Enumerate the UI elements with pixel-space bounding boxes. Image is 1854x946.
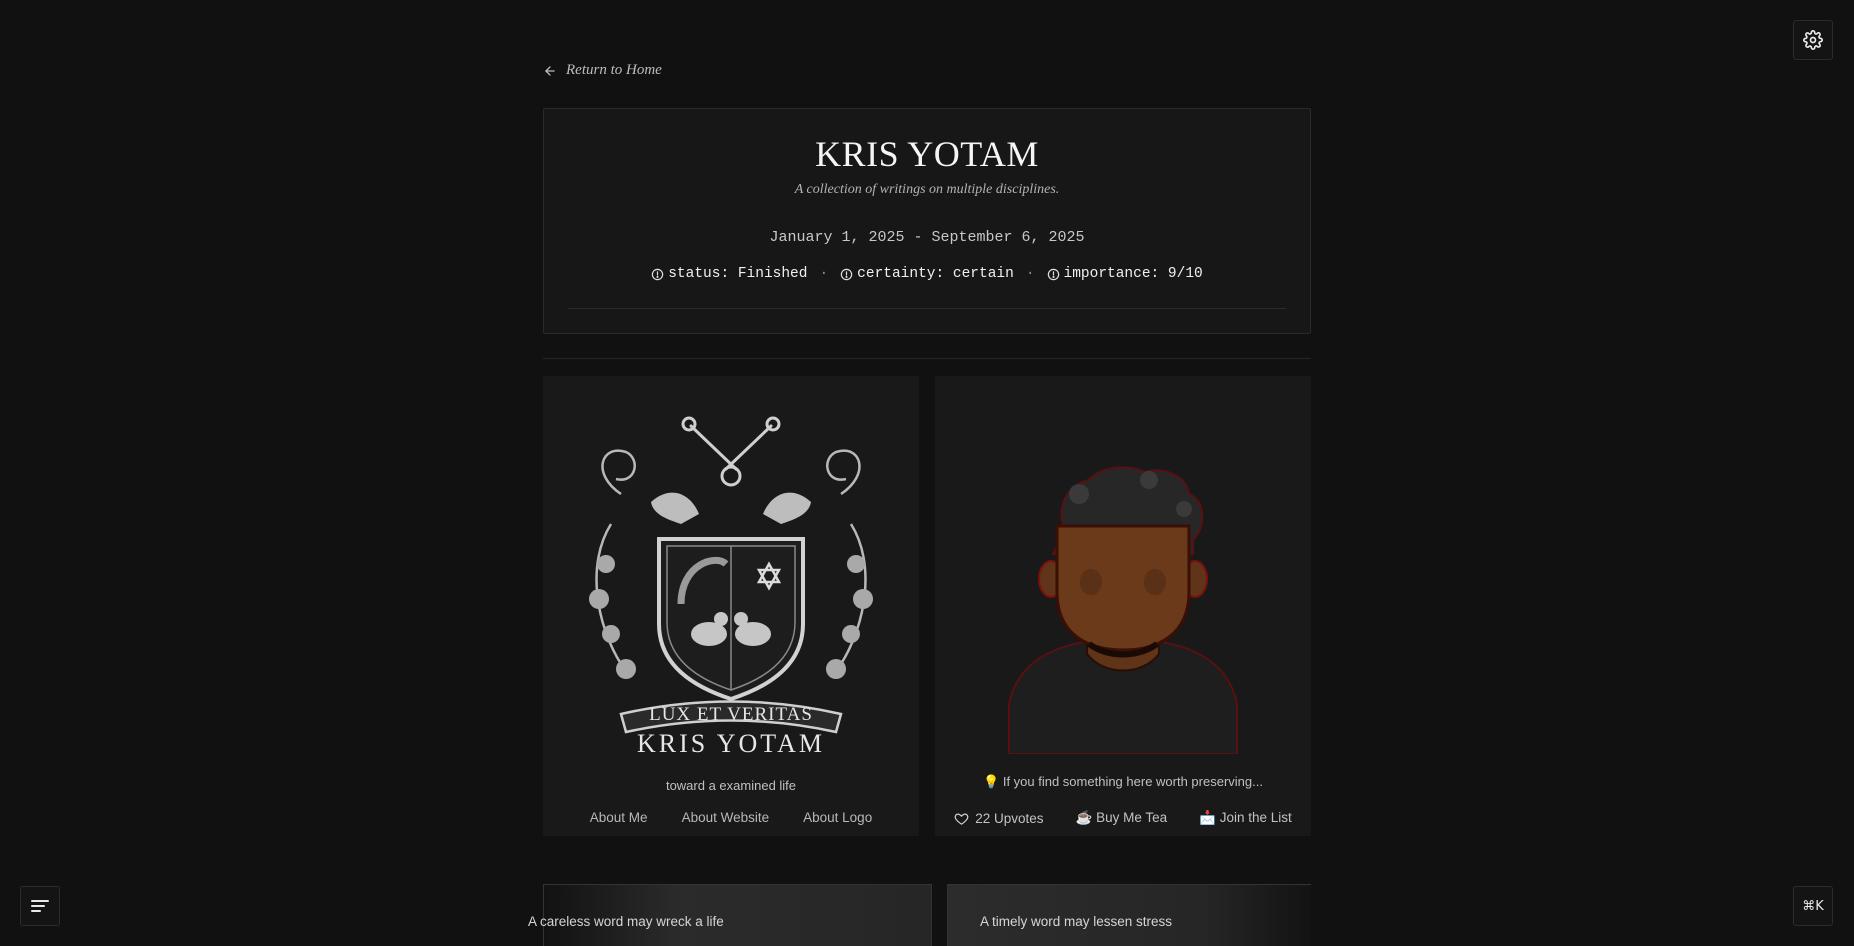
join-list-link[interactable]: 📩 Join the List bbox=[1199, 810, 1292, 826]
upvote-button[interactable]: 22 Upvotes bbox=[954, 810, 1044, 826]
support-actions: 22 Upvotes ☕ Buy Me Tea 📩 Join the List bbox=[935, 810, 1311, 826]
importance-label: importance: 9/10 bbox=[1063, 266, 1203, 282]
author-avatar bbox=[1008, 466, 1238, 754]
support-prompt: 💡 If you find something here worth prese… bbox=[983, 774, 1263, 789]
meta-separator: · bbox=[1025, 266, 1035, 282]
crest-name: KRIS YOTAM bbox=[637, 729, 825, 754]
date-range: January 1, 2025 - September 6, 2025 bbox=[769, 229, 1085, 246]
quote-card-right[interactable]: A timely word may lessen stress bbox=[947, 884, 1311, 946]
certainty-meta[interactable]: certainty: certain bbox=[840, 266, 1014, 282]
heart-icon bbox=[954, 812, 969, 825]
header-rule bbox=[568, 308, 1286, 309]
quote-text: A timely word may lessen stress bbox=[980, 914, 1173, 929]
command-palette-button[interactable]: ⌘K bbox=[1793, 886, 1833, 926]
about-website-link[interactable]: About Website bbox=[682, 810, 770, 825]
info-circle-icon bbox=[840, 268, 853, 280]
support-panel: 💡 If you find something here worth prese… bbox=[935, 376, 1311, 836]
meta-separator: · bbox=[819, 266, 829, 282]
importance-meta[interactable]: importance: 9/10 bbox=[1047, 266, 1203, 282]
crest-motto: LUX ET VERITAS bbox=[649, 704, 813, 725]
metadata-row: status: Finished · certainty: certain · … bbox=[544, 266, 1310, 282]
buy-tea-link[interactable]: ☕ Buy Me Tea bbox=[1076, 810, 1168, 826]
settings-button[interactable] bbox=[1793, 20, 1833, 60]
return-home-label: Return to Home bbox=[566, 62, 662, 78]
info-circle-icon bbox=[651, 268, 664, 280]
about-panel: LUX ET VERITAS KRIS YOTAM toward a exami… bbox=[543, 376, 919, 836]
status-label: status: Finished bbox=[668, 266, 808, 282]
status-meta[interactable]: status: Finished bbox=[651, 266, 807, 282]
about-logo-link[interactable]: About Logo bbox=[803, 810, 872, 825]
arrow-left-icon bbox=[545, 65, 555, 76]
quote-card-left[interactable]: A careless word may wreck a life bbox=[528, 884, 932, 946]
article-header: KRIS YOTAM A collection of writings on m… bbox=[543, 108, 1311, 334]
page-title: KRIS YOTAM bbox=[815, 134, 1039, 174]
about-me-link[interactable]: About Me bbox=[590, 810, 648, 825]
page-subtitle: A collection of writings on multiple dis… bbox=[794, 182, 1060, 197]
info-circle-icon bbox=[1047, 268, 1059, 280]
return-home-link[interactable]: Return to Home bbox=[543, 62, 662, 79]
menu-button[interactable] bbox=[20, 886, 60, 926]
quote-text: A careless word may wreck a life bbox=[528, 914, 724, 929]
tagline: toward a examined life bbox=[665, 778, 797, 793]
gear-icon bbox=[1803, 30, 1823, 50]
crest-logo: LUX ET VERITAS KRIS YOTAM bbox=[589, 416, 873, 754]
about-links: About Me About Website About Logo bbox=[543, 810, 919, 825]
upvote-count: 22 Upvotes bbox=[975, 810, 1044, 826]
certainty-label: certainty: certain bbox=[857, 266, 1014, 282]
section-divider bbox=[543, 358, 1311, 359]
menu-lines-icon bbox=[31, 900, 49, 912]
